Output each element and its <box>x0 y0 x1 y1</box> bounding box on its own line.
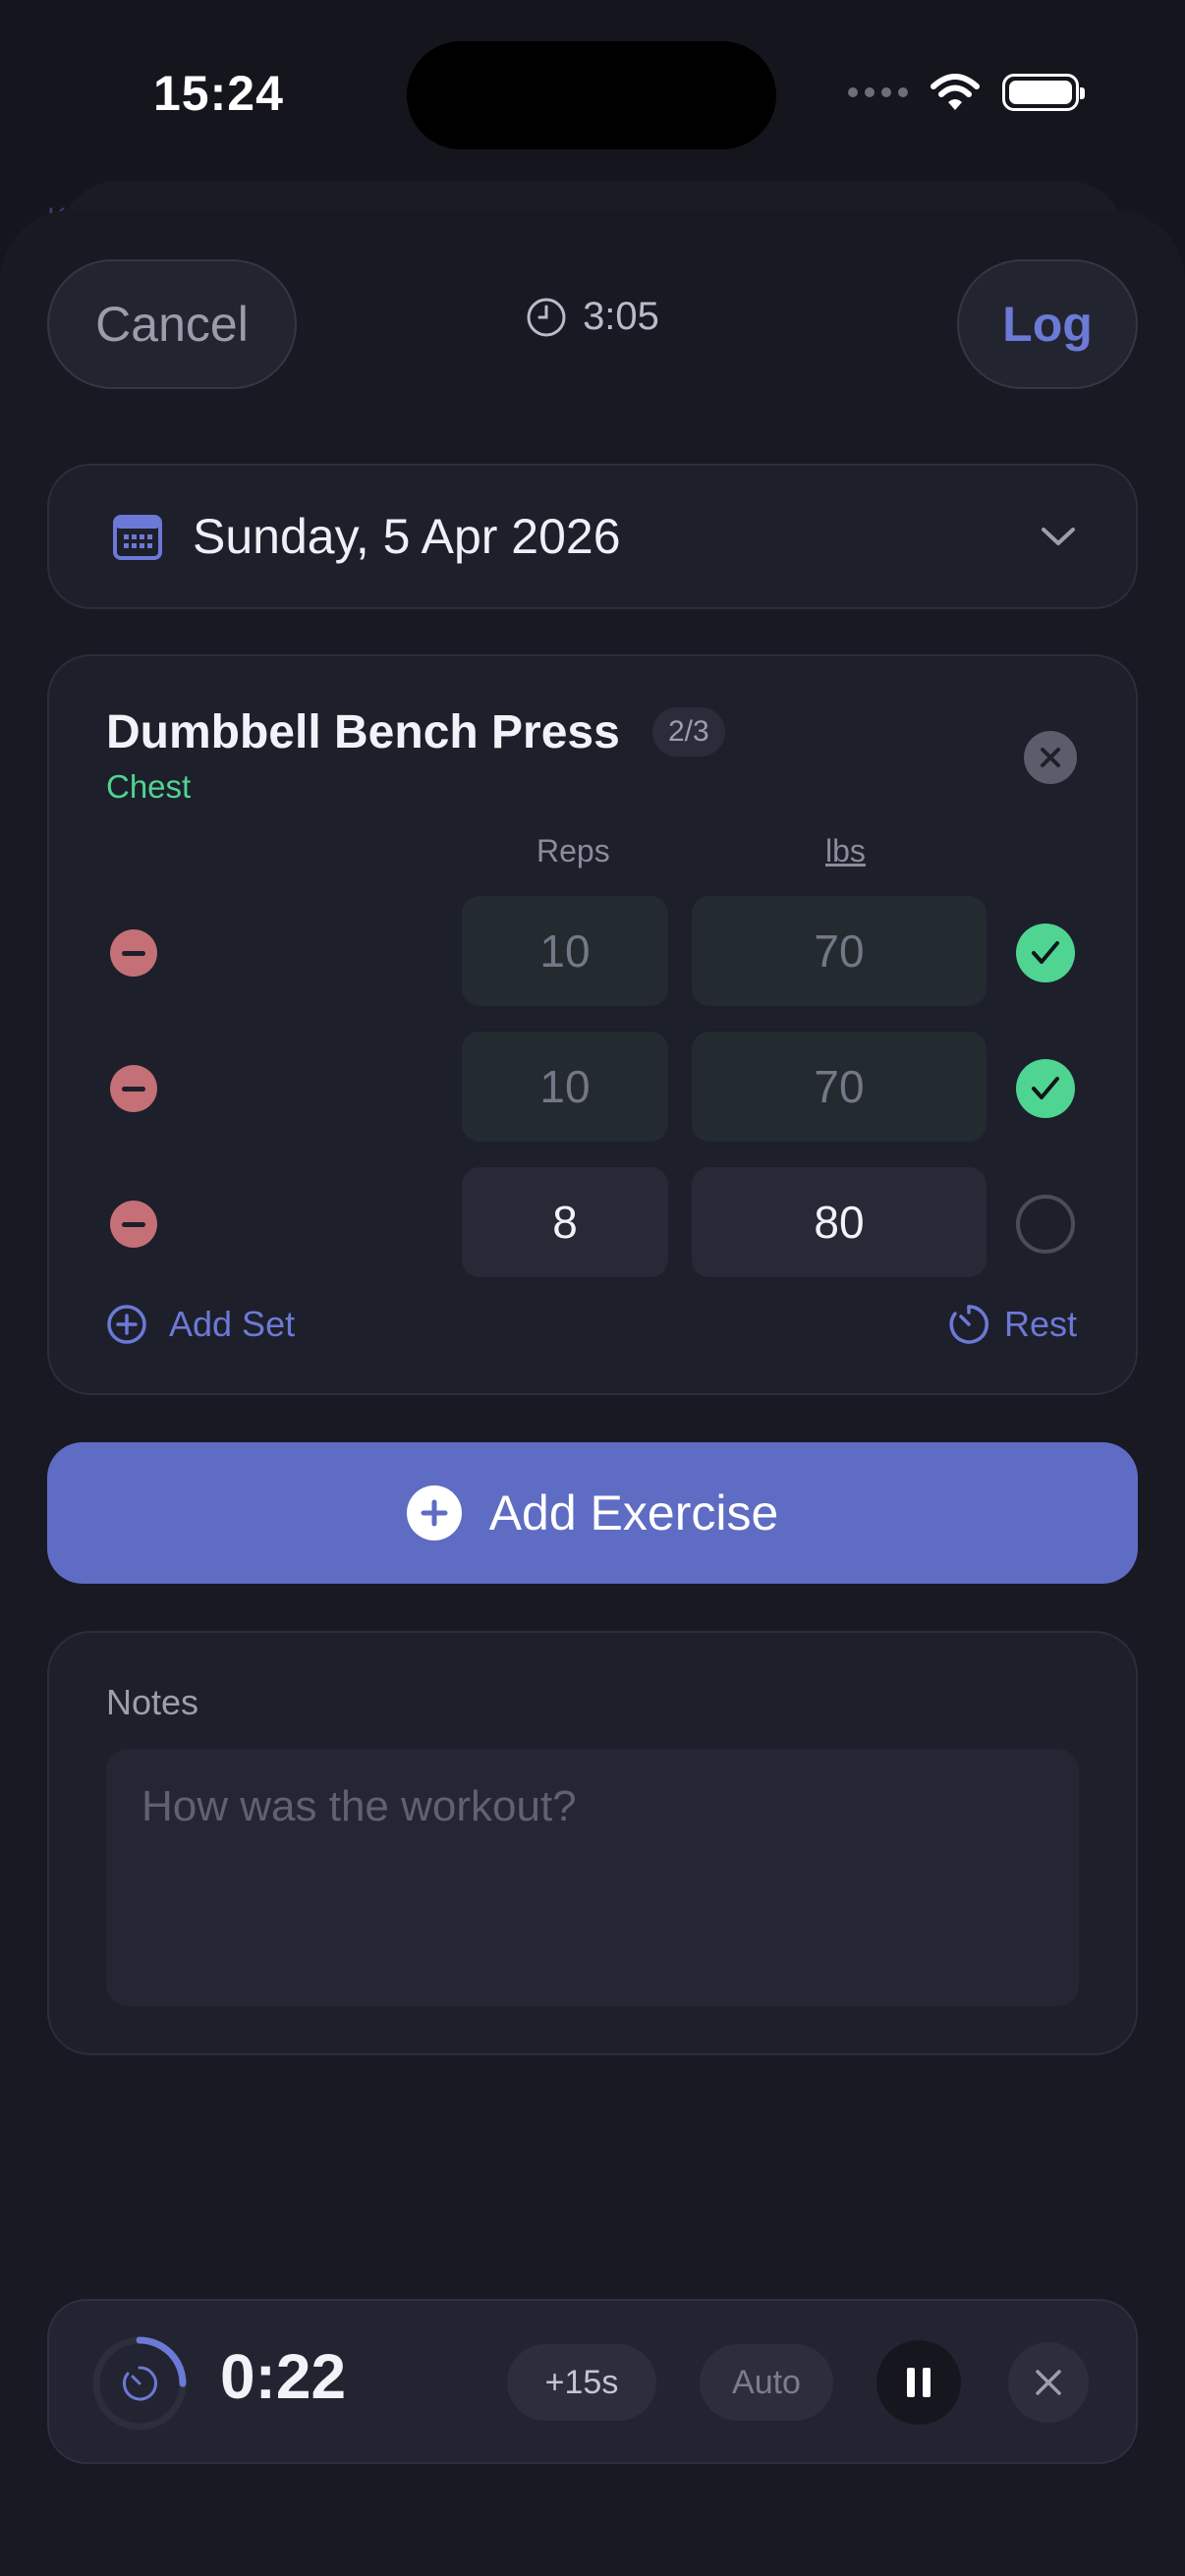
pause-button[interactable] <box>876 2340 961 2425</box>
reps-input[interactable]: 8 <box>462 1167 668 1277</box>
notes-input[interactable] <box>106 1749 1079 2006</box>
weight-input[interactable]: 70 <box>692 1032 987 1142</box>
weight-unit-toggle[interactable]: lbs <box>825 833 866 869</box>
set-row: 10 70 <box>49 896 1136 1006</box>
dismiss-timer-button[interactable] <box>1008 2342 1089 2423</box>
chevron-down-icon <box>1042 528 1075 545</box>
plus-icon <box>406 1485 462 1540</box>
remove-set-button[interactable] <box>110 1065 157 1112</box>
status-icons <box>848 73 1085 112</box>
rest-timer-bar: 0:22 +15s Auto <box>47 2299 1138 2464</box>
add-set-button[interactable]: Add Set <box>106 1304 295 1345</box>
set-complete-toggle[interactable] <box>1016 924 1075 982</box>
date-picker[interactable]: Sunday, 5 Apr 2026 <box>47 464 1138 609</box>
rest-button[interactable]: Rest <box>947 1303 1077 1346</box>
notes-card: Notes <box>47 1631 1138 2055</box>
screen: 15:24 K Cancel 3:05 Log Sund <box>0 0 1185 2576</box>
reps-input[interactable]: 10 <box>462 896 668 1006</box>
add-15s-button[interactable]: +15s <box>507 2344 656 2421</box>
close-icon <box>1036 2370 1061 2395</box>
exercise-name: Dumbbell Bench Press <box>106 706 620 758</box>
dynamic-island <box>407 41 776 149</box>
rest-label: Rest <box>1003 1304 1077 1344</box>
wifi-icon <box>931 74 980 110</box>
set-complete-toggle[interactable] <box>1016 1195 1075 1254</box>
auto-rest-toggle[interactable]: Auto <box>700 2344 833 2421</box>
exercise-card: Dumbbell Bench Press 2/3 Chest Reps lbs … <box>47 654 1138 1395</box>
close-icon <box>1041 748 1060 767</box>
timer-icon <box>949 1305 988 1344</box>
rest-progress-ring <box>92 2336 187 2431</box>
set-complete-toggle[interactable] <box>1016 1059 1075 1118</box>
reps-input[interactable]: 10 <box>462 1032 668 1142</box>
clock-icon <box>527 298 566 336</box>
add-exercise-button[interactable]: Add Exercise <box>47 1442 1138 1584</box>
rest-time: 0:22 <box>220 2341 347 2412</box>
reps-column-header: Reps <box>536 833 610 868</box>
sets-progress-badge: 2/3 <box>652 707 725 756</box>
add-exercise-label: Add Exercise <box>488 1485 779 1540</box>
timer-icon <box>123 2366 157 2401</box>
notes-label: Notes <box>106 1682 199 1722</box>
remove-set-button[interactable] <box>110 929 157 977</box>
cellular-icon <box>848 87 908 97</box>
calendar-icon <box>113 515 162 560</box>
pause-icon <box>907 2368 931 2397</box>
exercise-footer: Add Set Rest <box>106 1303 1077 1346</box>
set-row: 10 70 <box>49 1032 1136 1142</box>
weight-input[interactable]: 70 <box>692 896 987 1006</box>
elapsed-time: 3:05 <box>583 295 659 338</box>
set-row: 8 80 <box>49 1167 1136 1277</box>
remove-exercise-button[interactable] <box>1024 731 1077 784</box>
remove-set-button[interactable] <box>110 1201 157 1248</box>
date-value: Sunday, 5 Apr 2026 <box>193 509 621 564</box>
weight-input[interactable]: 80 <box>692 1167 987 1277</box>
battery-icon <box>1002 74 1085 111</box>
plus-circle-icon <box>107 1305 146 1344</box>
muscle-group: Chest <box>106 768 192 805</box>
checkmark-icon <box>1032 1077 1059 1099</box>
add-set-label: Add Set <box>169 1304 296 1344</box>
checkmark-icon <box>1032 941 1059 964</box>
status-time: 15:24 <box>153 66 284 121</box>
log-button[interactable]: Log <box>957 259 1138 389</box>
